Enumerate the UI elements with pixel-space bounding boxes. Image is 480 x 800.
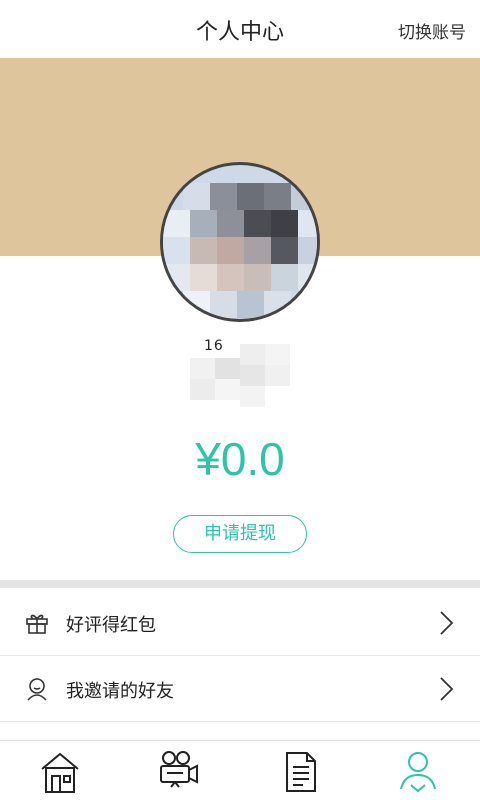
document-icon: [286, 752, 316, 792]
tab-movie[interactable]: [148, 749, 208, 799]
chevron-right-icon: [436, 676, 456, 702]
tab-home[interactable]: [30, 749, 90, 799]
movie-camera-icon: [160, 751, 198, 788]
menu-item-review-redpacket[interactable]: 好评得红包: [0, 590, 480, 656]
avatar[interactable]: [160, 162, 320, 322]
chevron-right-icon: [436, 610, 456, 636]
username-text: 16: [204, 338, 224, 354]
tab-profile[interactable]: [388, 749, 448, 799]
menu-item-label: 我邀请的好友: [66, 681, 174, 702]
username: 16: [190, 338, 290, 407]
top-bar: 个人中心 切换账号: [0, 0, 480, 58]
switch-account-button[interactable]: 切换账号: [398, 18, 466, 43]
bottom-tab-bar: [0, 741, 480, 800]
profile-icon: [400, 752, 436, 793]
tab-orders[interactable]: [270, 749, 330, 799]
gift-icon: [24, 610, 50, 636]
menu-item-invited-friends[interactable]: 我邀请的好友: [0, 656, 480, 722]
menu-item-label: 好评得红包: [66, 615, 156, 636]
section-divider: [0, 580, 480, 588]
withdraw-button[interactable]: 申请提现: [173, 515, 307, 553]
friend-icon: [24, 676, 50, 702]
balance-amount: ¥0.0: [195, 433, 285, 485]
home-icon: [41, 752, 79, 793]
